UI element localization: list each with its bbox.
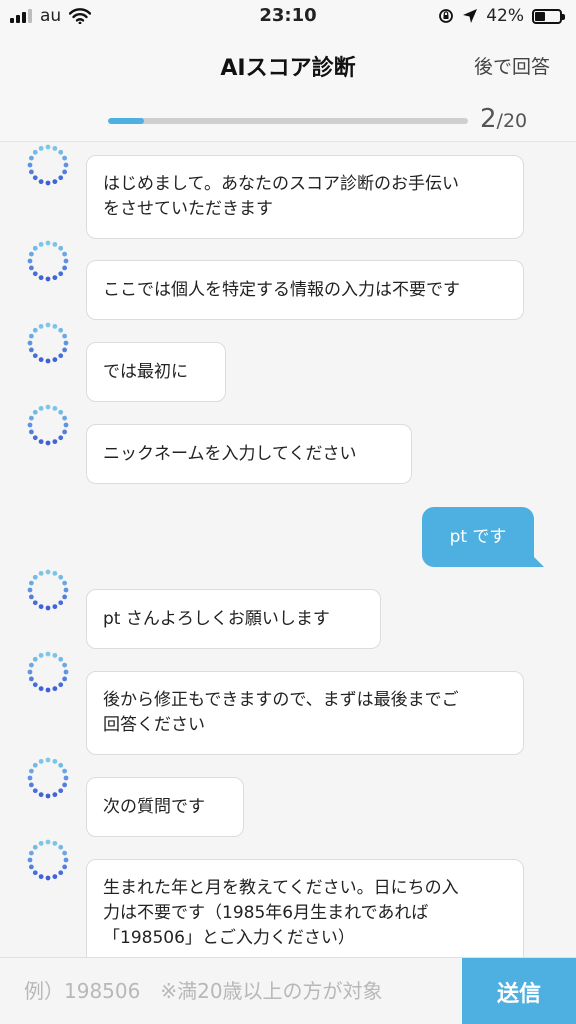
answer-later-button[interactable]: 後で回答 [474,52,550,79]
bot-message-bubble: ここでは個人を特定する情報の入力は不要です [86,260,524,320]
message-line: 「198506」とご入力ください） [103,927,355,948]
chat-area[interactable]: はじめまして。あなたのスコア診断のお手伝い をさせていただきますここでは個人を特定… [0,143,576,957]
message-line: 力は不要です（1985年6月生まれであれば [103,902,429,923]
bot-message-bubble: 後から修正もできますので、まずは最後までご 回答ください [86,671,524,755]
bot-avatar-icon [27,757,69,799]
message-line: 回答ください [103,715,205,735]
message-text: 生まれた年と月を教えてください。日にちの入 力は不要です（1985年6月生まれであ… [103,876,459,951]
bot-message-bubble: では最初に [86,342,226,402]
message-line: 後から修正もできますので、まずは最後までご [103,690,459,710]
bot-avatar-icon [27,839,69,881]
progress-total: /20 [496,110,528,132]
bot-avatar-icon [27,404,69,446]
status-right: 42% [438,6,565,26]
status-bar: au 23:10 42% [0,0,576,34]
message-text: pt です [450,525,507,550]
progress-counter: 2/20 [480,104,527,134]
bot-avatar-icon [27,651,69,693]
bot-avatar-icon [27,144,69,186]
message-text: ニックネームを入力してください [103,442,356,467]
message-line: ここでは個人を特定する情報の入力は不要です [103,279,460,300]
progress-bar-fill [108,118,144,124]
message-text: ここでは個人を特定する情報の入力は不要です [103,278,460,303]
bot-message-bubble: 次の質問です [86,777,244,837]
battery-icon [532,8,565,24]
header: AIスコア診断 後で回答 2/20 [0,34,576,142]
orientation-lock-icon [439,9,454,23]
answer-input[interactable] [0,958,462,1024]
bot-message-bubble: ニックネームを入力してください [86,424,412,484]
message-line: はじめまして。あなたのスコア診断のお手伝い [103,174,459,194]
message-text: 次の質問です [103,795,205,820]
progress-bar [108,118,468,124]
progress-current: 2 [480,104,497,134]
message-line: 次の質問です [103,796,205,817]
message-text: pt さんよろしくお願いします [103,607,330,632]
message-line: pt さんよろしくお願いします [103,608,330,629]
battery-fill [535,11,546,21]
bot-message-bubble: 生まれた年と月を教えてください。日にちの入 力は不要です（1985年6月生まれであ… [86,859,524,957]
send-button[interactable]: 送信 [462,958,576,1024]
bot-message-bubble: pt さんよろしくお願いします [86,589,381,649]
message-text: では最初に [103,360,188,385]
message-text: 後から修正もできますので、まずは最後までご 回答ください [103,688,459,738]
input-bar: 送信 [0,957,576,1024]
message-text: はじめまして。あなたのスコア診断のお手伝い をさせていただきます [103,172,459,222]
location-arrow-icon [463,9,478,23]
bot-message-bubble: はじめまして。あなたのスコア診断のお手伝い をさせていただきます [86,155,524,239]
bot-avatar-icon [27,322,69,364]
message-line: では最初に [103,361,188,382]
message-line: をさせていただきます [103,199,273,219]
bot-avatar-icon [27,240,69,282]
message-line: 生まれた年と月を教えてください。日にちの入 [103,877,459,898]
bot-avatar-icon [27,569,69,611]
user-message-bubble: pt です [422,507,544,567]
battery-percent: 42% [486,6,524,26]
message-line: ニックネームを入力してください [103,443,357,464]
message-line: pt です [449,526,507,547]
